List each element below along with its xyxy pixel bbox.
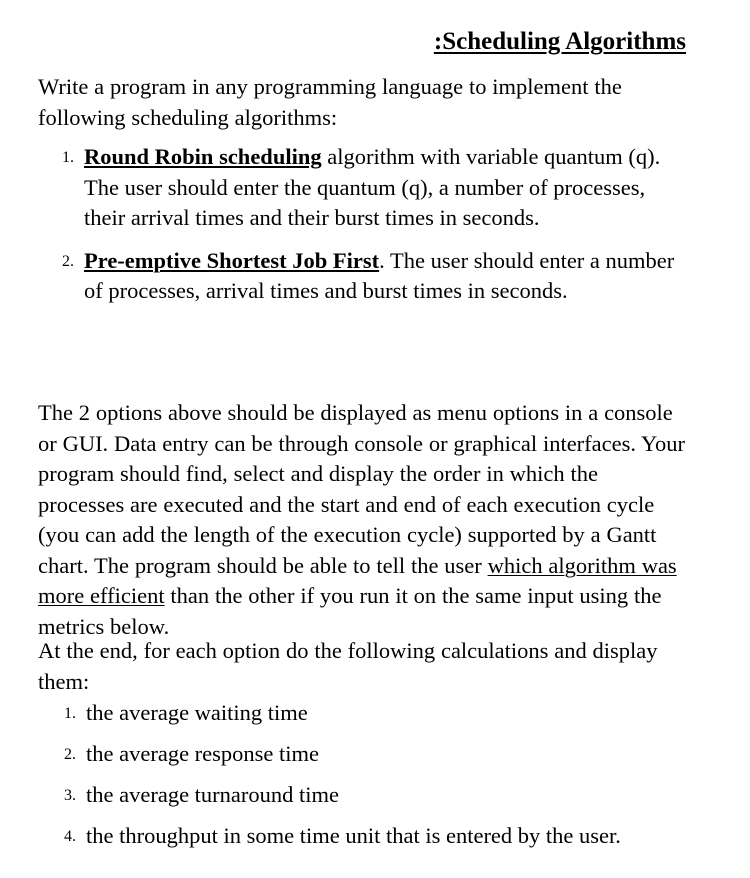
- intro-paragraph-text: Write a program in any programming langu…: [38, 74, 622, 130]
- list-item-marker: 4.: [64, 828, 76, 845]
- metrics-list: 1. the average waiting time 2. the avera…: [64, 698, 686, 852]
- list-item-content: the average waiting time: [86, 700, 308, 725]
- list-item: 2. the average response time: [64, 739, 686, 770]
- page-title-text: :Scheduling Algorithms: [433, 28, 686, 55]
- intro-paragraph: Write a program in any programming langu…: [38, 72, 688, 133]
- list-item-marker: 1.: [64, 705, 76, 722]
- list-item-heading: Pre-emptive Shortest Job First: [84, 247, 380, 273]
- list-item: 2. Pre-emptive Shortest Job First. The u…: [62, 246, 686, 307]
- list-item: 1. the average waiting time: [64, 698, 686, 729]
- description-paragraph: The 2 options above should be displayed …: [38, 398, 688, 642]
- list-item-heading: Round Robin scheduling: [84, 144, 322, 169]
- list-item-content: the average turnaround time: [86, 782, 340, 807]
- list-item-content: Round Robin scheduling algorithm with va…: [84, 142, 686, 234]
- list-item: 1. Round Robin scheduling algorithm with…: [62, 142, 686, 234]
- list-item-marker: 2.: [62, 252, 74, 270]
- page-title: :Scheduling Algorithms: [38, 28, 686, 57]
- list-item: 3. the average turnaround time: [64, 780, 686, 811]
- description-part-one: The 2 options above should be displayed …: [38, 400, 685, 578]
- list-item-content: Pre-emptive Shortest Job First. The user…: [84, 246, 686, 307]
- list-item: 4. the throughput in some time unit that…: [64, 821, 686, 852]
- algorithms-list: 1. Round Robin scheduling algorithm with…: [62, 142, 686, 307]
- list-item-marker: 1.: [62, 149, 74, 166]
- list-item-marker: 2.: [64, 746, 76, 763]
- calculations-intro-paragraph: At the end, for each option do the follo…: [38, 636, 688, 697]
- document-page: :Scheduling Algorithms Write a program i…: [0, 0, 750, 878]
- calculations-intro-text: At the end, for each option do the follo…: [38, 638, 658, 694]
- list-item-marker: 3.: [64, 787, 76, 804]
- list-item-content: the average response time: [86, 741, 320, 766]
- list-item-content: the throughput in some time unit that is…: [86, 823, 621, 848]
